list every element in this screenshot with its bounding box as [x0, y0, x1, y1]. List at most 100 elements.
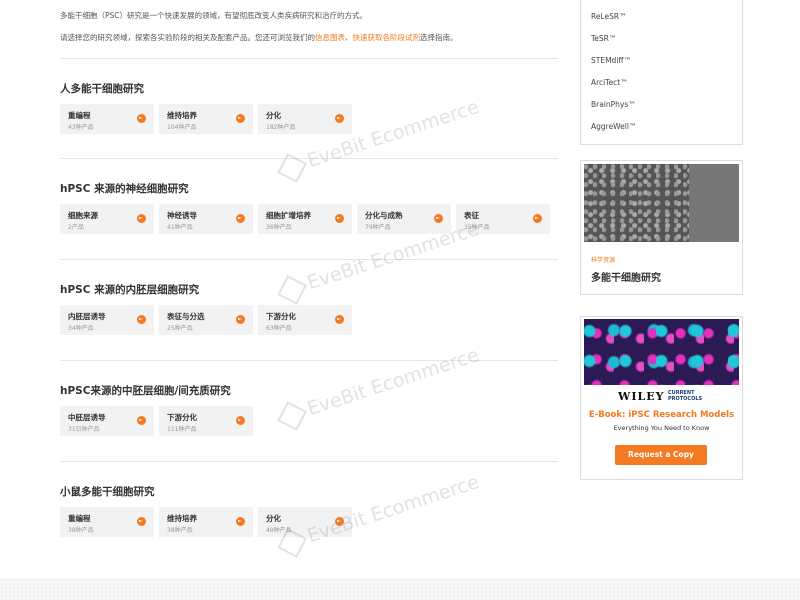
card-name: 重编程 [68, 111, 91, 120]
category-card[interactable]: 内胚层诱导 34种产品 [60, 305, 154, 335]
arrow-right-icon [137, 416, 146, 425]
category-card[interactable]: 表征与分选 25种产品 [159, 305, 253, 335]
arrow-right-icon [335, 214, 344, 223]
category-card[interactable]: 重编程 38种产品 [60, 507, 154, 537]
card-count: 31日种产品 [68, 426, 100, 433]
card-name: 表征 [464, 211, 479, 220]
category-card[interactable]: 表征 35种产品 [456, 204, 550, 234]
current-protocols-logo: CURRENT PROTOCOLS [668, 390, 703, 402]
category-card[interactable]: 分化 182种产品 [258, 104, 352, 134]
category-card[interactable]: 下游分化 111种产品 [159, 406, 253, 436]
category-card[interactable]: 细胞来源 2产品 [60, 204, 154, 234]
brand-link[interactable]: ArciTect™ [591, 78, 628, 87]
arrow-right-icon [335, 517, 344, 526]
arrow-right-icon [137, 214, 146, 223]
resource-card[interactable]: 科学资源 多能干细胞研究 [580, 160, 743, 295]
arrow-right-icon [137, 114, 146, 123]
brand-link[interactable]: TeSR™ [591, 34, 616, 43]
request-copy-button[interactable]: Request a Copy [615, 445, 707, 465]
card-count: 34种产品 [68, 325, 94, 332]
arrow-right-icon [236, 517, 245, 526]
category-card[interactable]: 重编程 43种产品 [60, 104, 154, 134]
section-title: 人多能干细胞研究 [60, 83, 144, 95]
resource-title: 多能干细胞研究 [591, 273, 661, 284]
arrow-right-icon [533, 214, 542, 223]
section-endoderm: hPSC 来源的内胚层细胞研究 内胚层诱导 34种产品 表征与分选 25种产品 … [60, 259, 558, 335]
category-card[interactable]: 维持培养 104种产品 [159, 104, 253, 134]
category-card[interactable]: 维持培养 38种产品 [159, 507, 253, 537]
card-count: 38种产品 [167, 527, 193, 534]
card-name: 细胞来源 [68, 211, 98, 220]
section-title: hPSC 来源的神经细胞研究 [60, 183, 189, 195]
reagent-guide-link[interactable]: 快速获取各阶段试剂 [353, 33, 421, 42]
section-title: hPSC 来源的内胚层细胞研究 [60, 284, 200, 296]
category-card[interactable]: 细胞扩增培养 36种产品 [258, 204, 352, 234]
cell-micrograph-image [584, 164, 739, 242]
watermark: EveBit Ecommerce [277, 344, 482, 431]
brand-link[interactable]: ReLeSR™ [591, 12, 627, 21]
ebook-subtitle: Everything You Need to Know [613, 424, 710, 432]
card-name: 下游分化 [167, 413, 197, 422]
card-count: 36种产品 [266, 224, 292, 231]
brand-link[interactable]: BrainPhys™ [591, 100, 636, 109]
intro-text: 多能干细胞（PSC）研究是一个快速发展的领域，有望彻底改变人类疾病研究和治疗的方… [60, 11, 368, 20]
arrow-right-icon [236, 315, 245, 324]
category-card[interactable]: 分化与成熟 79种产品 [357, 204, 451, 234]
arrow-right-icon [434, 214, 443, 223]
arrow-right-icon [137, 517, 146, 526]
arrow-right-icon [335, 315, 344, 324]
card-count: 35种产品 [464, 224, 490, 231]
card-name: 分化与成熟 [365, 211, 403, 220]
arrow-right-icon [236, 114, 245, 123]
card-count: 41种产品 [167, 224, 193, 231]
card-name: 神经诱导 [167, 211, 197, 220]
arrow-right-icon [236, 416, 245, 425]
card-count: 104种产品 [167, 124, 197, 131]
card-count: 63种产品 [266, 325, 292, 332]
card-name: 细胞扩增培养 [266, 211, 311, 220]
section-neural: hPSC 来源的神经细胞研究 细胞来源 2产品 神经诱导 41种产品 细胞扩增培… [60, 158, 558, 234]
brand-link[interactable]: STEMdiff™ [591, 56, 631, 65]
footer-pattern [0, 578, 800, 600]
wiley-logo: WILEY [618, 390, 665, 403]
card-count: 182种产品 [266, 124, 296, 131]
ebook-title: E-Book: iPSC Research Models [588, 410, 735, 420]
category-card[interactable]: 分化 49种产品 [258, 507, 352, 537]
section-mesoderm: hPSC来源的中胚层细胞/间充质研究 中胚层诱导 31日种产品 下游分化 111… [60, 360, 558, 436]
card-name: 分化 [266, 111, 281, 120]
card-name: 重编程 [68, 514, 91, 523]
section-human-psc: 人多能干细胞研究 重编程 43种产品 维持培养 104种产品 分化 182种产品 [60, 58, 558, 134]
ebook-ad: WILEY CURRENT PROTOCOLS E-Book: iPSC Res… [580, 316, 743, 480]
card-name: 表征与分选 [167, 312, 205, 321]
section-title: hPSC来源的中胚层细胞/间充质研究 [60, 385, 231, 397]
section-mouse-psc: 小鼠多能干细胞研究 重编程 38种产品 维持培养 38种产品 分化 49种产品 [60, 461, 558, 537]
card-count: 43种产品 [68, 124, 94, 131]
brand-list: ReLeSR™ TeSR™ STEMdiff™ ArciTect™ BrainP… [580, 0, 743, 145]
arrow-right-icon [236, 214, 245, 223]
card-count: 79种产品 [365, 224, 391, 231]
section-title: 小鼠多能干细胞研究 [60, 486, 155, 498]
watermark-logo-icon [277, 274, 307, 305]
card-count: 111种产品 [167, 426, 197, 433]
card-count: 25种产品 [167, 325, 193, 332]
card-count: 2产品 [68, 224, 84, 231]
brand-link[interactable]: AggreWell™ [591, 122, 636, 131]
arrow-right-icon [137, 315, 146, 324]
card-name: 分化 [266, 514, 281, 523]
category-card[interactable]: 神经诱导 41种产品 [159, 204, 253, 234]
intro-text-links: 请选择您的研究领域，探索各实验阶段的相关及配套产品。您还可浏览我们的信息图表、快… [60, 33, 458, 42]
card-name: 内胚层诱导 [68, 312, 106, 321]
arrow-right-icon [335, 114, 344, 123]
category-card[interactable]: 中胚层诱导 31日种产品 [60, 406, 154, 436]
watermark-logo-icon [277, 400, 307, 431]
card-name: 维持培养 [167, 111, 197, 120]
card-name: 维持培养 [167, 514, 197, 523]
resource-tag: 科学资源 [591, 257, 616, 264]
card-count: 49种产品 [266, 527, 292, 534]
infographic-link[interactable]: 信息图表 [315, 33, 345, 42]
fluorescent-cells-image [584, 319, 739, 385]
card-count: 38种产品 [68, 527, 94, 534]
card-name: 下游分化 [266, 312, 296, 321]
card-name: 中胚层诱导 [68, 413, 106, 422]
category-card[interactable]: 下游分化 63种产品 [258, 305, 352, 335]
